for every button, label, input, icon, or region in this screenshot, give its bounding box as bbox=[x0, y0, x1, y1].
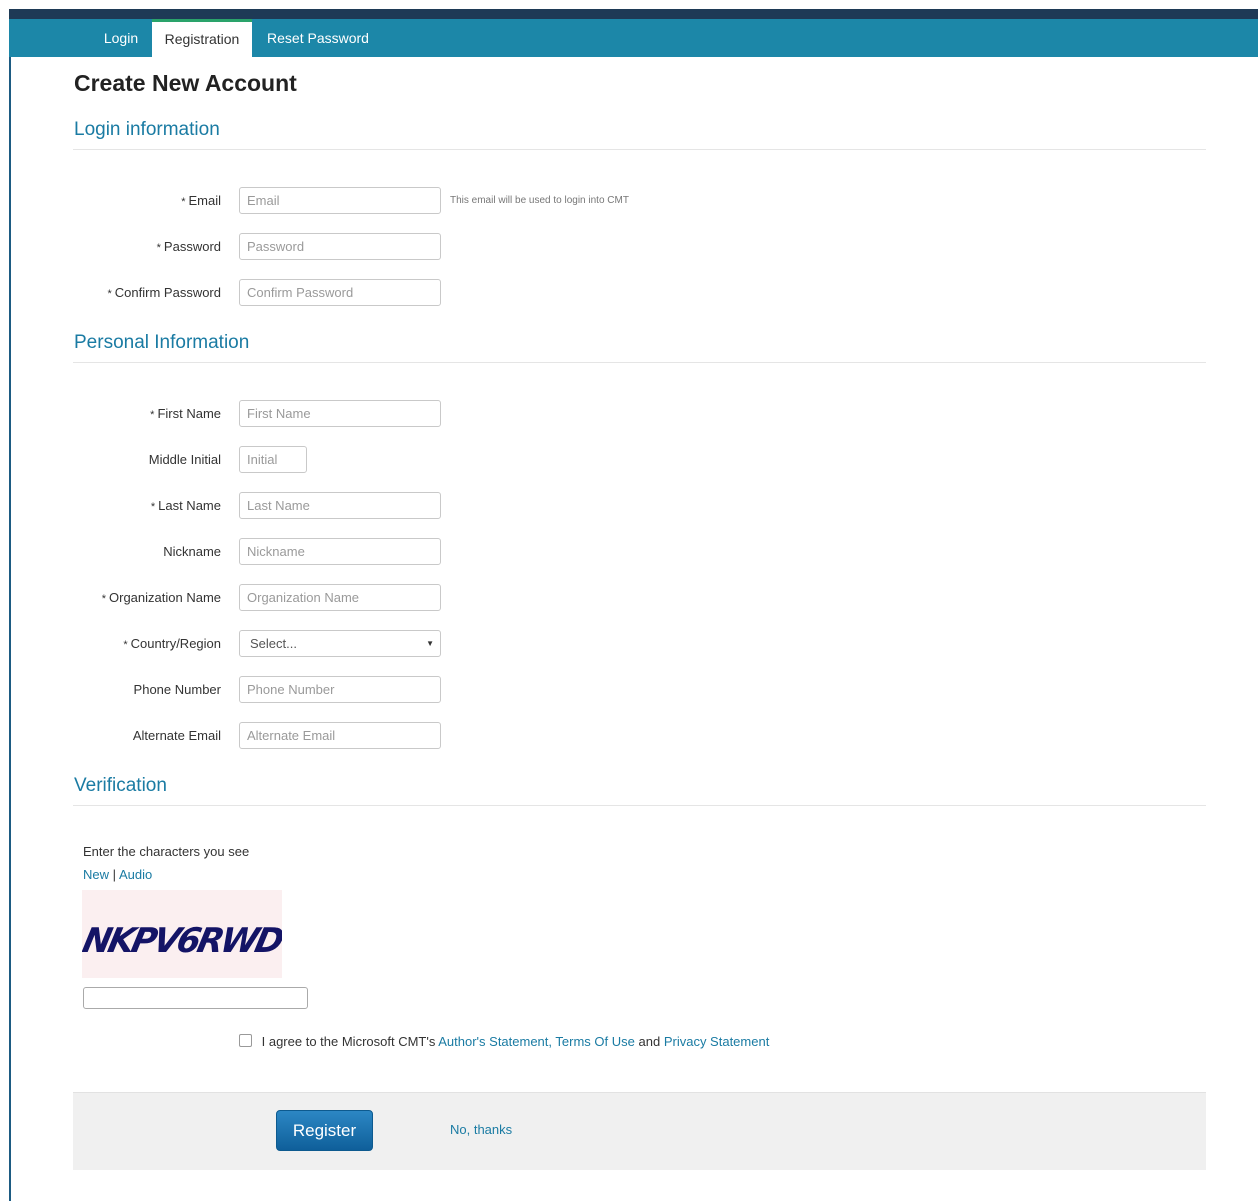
country-select-value: Select... bbox=[250, 636, 297, 651]
form-footer bbox=[73, 1092, 1206, 1170]
first-name-label: * First Name bbox=[150, 406, 221, 421]
email-label: * Email bbox=[181, 193, 221, 208]
last-name-label: * Last Name bbox=[150, 498, 221, 513]
agreement-row: I agree to the Microsoft CMT's Author's … bbox=[239, 1033, 769, 1051]
alternate-email-field[interactable] bbox=[239, 722, 441, 749]
country-label: * Country/Region bbox=[123, 636, 221, 651]
register-button[interactable]: Register bbox=[276, 1110, 373, 1151]
authors-statement-link[interactable]: Author's Statement, bbox=[438, 1034, 552, 1049]
captcha-audio-link[interactable]: Audio bbox=[119, 867, 152, 882]
nickname-label: Nickname bbox=[163, 544, 221, 559]
privacy-statement-link[interactable]: Privacy Statement bbox=[664, 1034, 770, 1049]
tab-registration[interactable]: Registration bbox=[152, 19, 252, 57]
phone-field[interactable] bbox=[239, 676, 441, 703]
captcha-links: New | Audio bbox=[83, 867, 152, 882]
top-strip bbox=[9, 9, 1258, 19]
section-divider bbox=[73, 805, 1206, 806]
agreement-and: and bbox=[638, 1034, 661, 1049]
confirm-password-field[interactable] bbox=[239, 279, 441, 306]
agreement-prefix: I agree to the Microsoft CMT's bbox=[261, 1034, 436, 1049]
section-divider bbox=[73, 149, 1206, 150]
password-field[interactable] bbox=[239, 233, 441, 260]
nickname-field[interactable] bbox=[239, 538, 441, 565]
middle-initial-field[interactable] bbox=[239, 446, 307, 473]
tab-reset-password[interactable]: Reset Password bbox=[260, 19, 376, 57]
page-frame-border bbox=[9, 9, 11, 1201]
terms-of-use-link[interactable]: Terms Of Use bbox=[555, 1034, 634, 1049]
organization-label: * Organization Name bbox=[101, 590, 221, 605]
first-name-field[interactable] bbox=[239, 400, 441, 427]
chevron-down-icon: ▼ bbox=[426, 639, 434, 648]
captcha-glyphs: NKPV6RWD bbox=[82, 921, 282, 961]
tab-bar: Login Registration Reset Password bbox=[9, 19, 1258, 57]
middle-initial-label: Middle Initial bbox=[148, 452, 221, 467]
email-hint: This email will be used to login into CM… bbox=[450, 195, 629, 206]
captcha-image-svg: NKPV6RWD bbox=[79, 921, 287, 961]
captcha-image: NKPV6RWD bbox=[79, 890, 287, 978]
section-title-login: Login information bbox=[74, 119, 220, 140]
organization-field[interactable] bbox=[239, 584, 441, 611]
email-field[interactable] bbox=[239, 187, 441, 214]
no-thanks-link[interactable]: No, thanks bbox=[450, 1122, 512, 1137]
country-select[interactable]: Select... ▼ bbox=[239, 630, 441, 657]
captcha-link-separator: | bbox=[112, 867, 117, 882]
section-title-personal: Personal Information bbox=[74, 332, 250, 353]
password-label: * Password bbox=[156, 239, 221, 254]
captcha-new-link[interactable]: New bbox=[83, 867, 109, 882]
captcha-instruction: Enter the characters you see bbox=[83, 844, 250, 859]
phone-label: Phone Number bbox=[133, 682, 221, 697]
alternate-email-label: Alternate Email bbox=[132, 728, 221, 743]
section-divider bbox=[73, 362, 1206, 363]
last-name-field[interactable] bbox=[239, 492, 441, 519]
section-title-verification: Verification bbox=[74, 775, 167, 796]
tab-login[interactable]: Login bbox=[93, 19, 149, 57]
page-title: Create New Account bbox=[74, 70, 297, 96]
captcha-input[interactable] bbox=[83, 987, 308, 1009]
confirm-password-label: * Confirm Password bbox=[107, 285, 221, 300]
agree-checkbox[interactable] bbox=[239, 1034, 252, 1047]
